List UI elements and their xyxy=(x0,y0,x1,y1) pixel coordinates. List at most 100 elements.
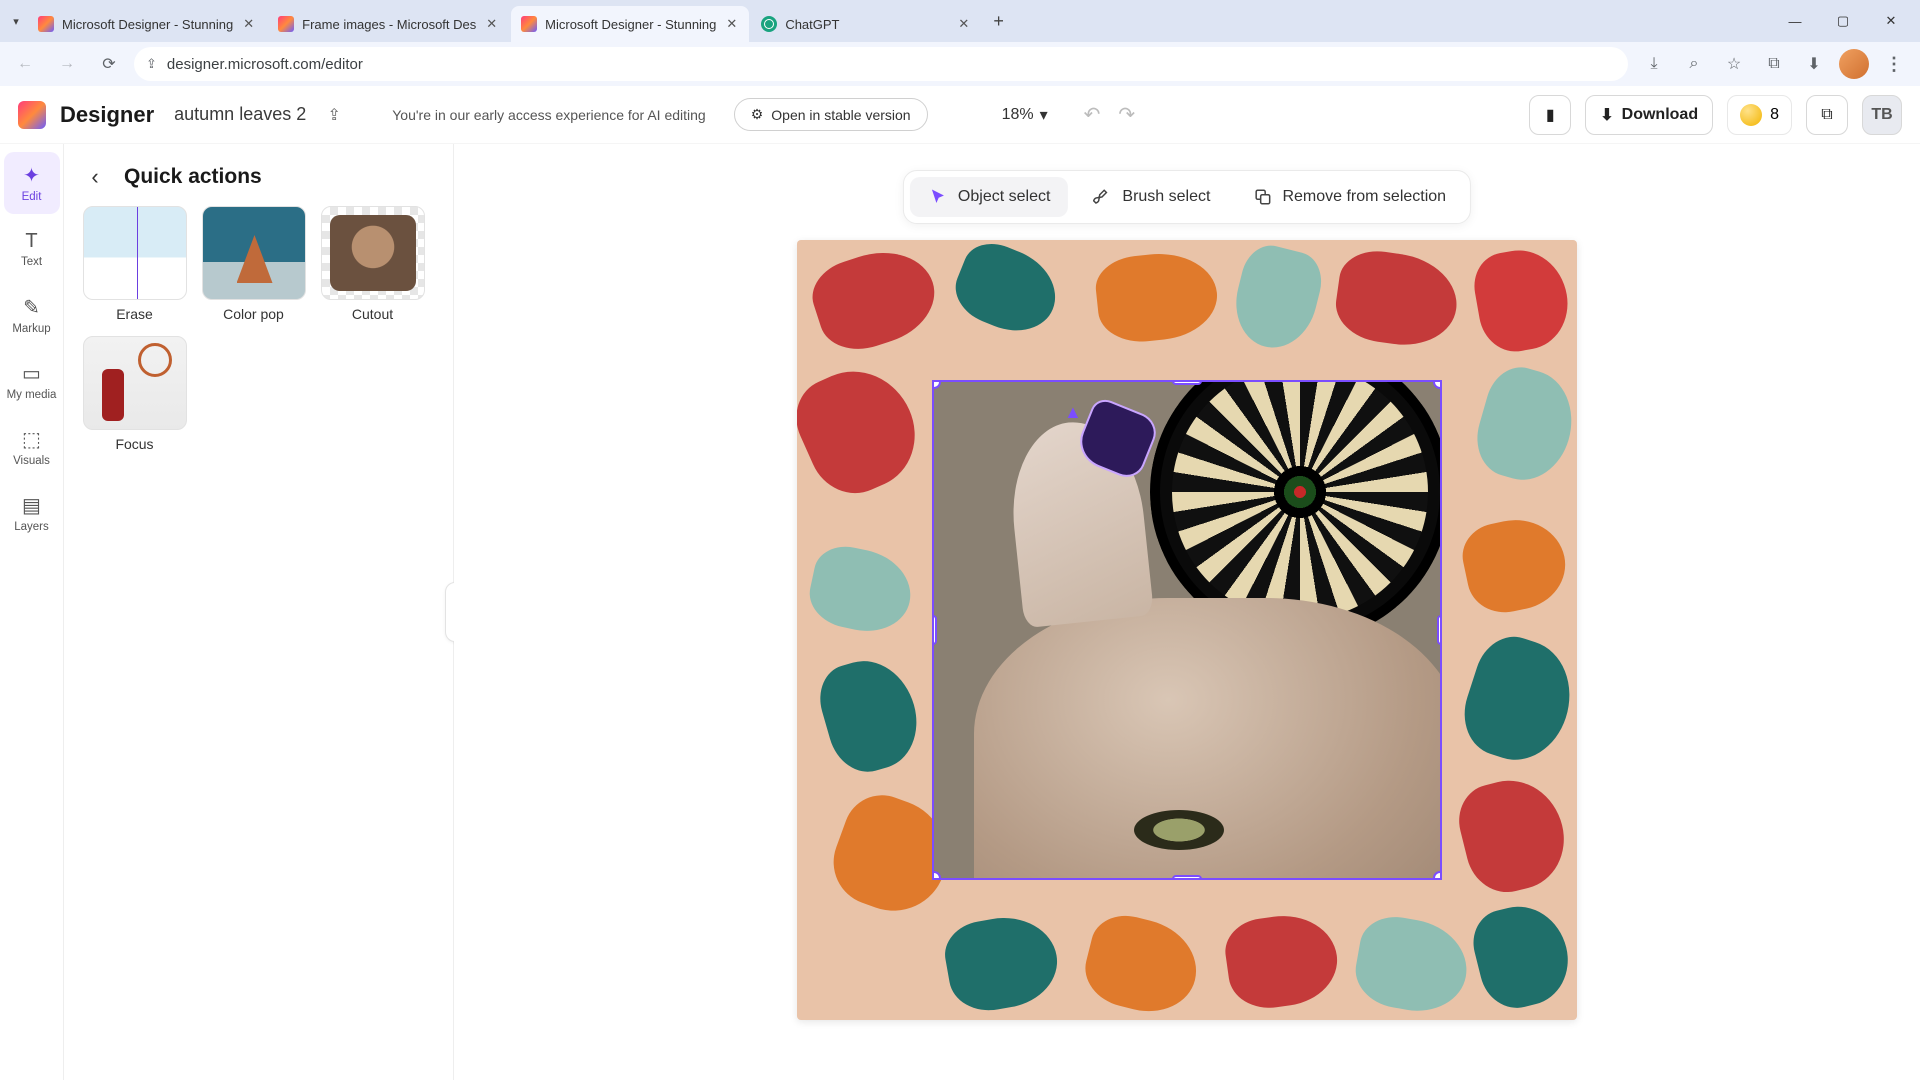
chrome-menu-icon[interactable]: ⋮ xyxy=(1876,46,1912,82)
rail-label: Markup xyxy=(12,323,50,335)
app-name: Designer xyxy=(60,102,154,128)
selected-image-frame[interactable]: ▲ ↻ xyxy=(932,380,1442,880)
qa-label: Cutout xyxy=(352,306,393,322)
quick-actions-grid-row2: Focus xyxy=(74,336,433,452)
device-preview-button[interactable]: ▮ xyxy=(1529,95,1571,135)
resize-handle-right[interactable] xyxy=(1437,615,1442,645)
redo-button[interactable]: ↷ xyxy=(1118,102,1135,127)
tab-close-icon[interactable]: ✕ xyxy=(241,16,256,32)
rail-label: Edit xyxy=(22,191,42,203)
copy-link-button[interactable]: ⧉ xyxy=(1806,95,1848,135)
credits-chip[interactable]: 8 xyxy=(1727,95,1792,135)
designer-logo-icon[interactable] xyxy=(18,101,46,129)
rail-label: Visuals xyxy=(13,455,50,467)
nav-back-button[interactable]: ← xyxy=(8,47,42,81)
resize-handle-bottom[interactable] xyxy=(1172,875,1202,880)
remove-from-selection-button[interactable]: Remove from selection xyxy=(1234,177,1464,217)
zoom-control[interactable]: 18% ▾ xyxy=(1002,105,1048,125)
new-tab-button[interactable]: + xyxy=(983,7,1014,36)
qa-cutout[interactable]: Cutout xyxy=(320,206,425,322)
browser-tab-active[interactable]: Microsoft Designer - Stunning ✕ xyxy=(511,6,749,42)
brush-select-button[interactable]: Brush select xyxy=(1074,177,1228,217)
rail-markup[interactable]: ✎ Markup xyxy=(4,284,60,346)
qa-color-pop[interactable]: Color pop xyxy=(201,206,306,322)
rail-label: My media xyxy=(7,389,57,401)
tool-rail: ✦ Edit T Text ✎ Markup ▭ My media ⬚ Visu… xyxy=(0,144,64,1080)
qa-label: Erase xyxy=(116,306,153,322)
rail-visuals[interactable]: ⬚ Visuals xyxy=(4,416,60,478)
leaf-decoration xyxy=(1093,248,1221,346)
leaf-decoration xyxy=(1451,770,1575,901)
browser-tab[interactable]: Microsoft Designer - Stunning ✕ xyxy=(28,6,266,42)
stable-btn-label: Open in stable version xyxy=(771,107,910,123)
reload-button[interactable]: ⟳ xyxy=(92,47,126,81)
resize-handle-top-left[interactable] xyxy=(932,380,941,389)
site-info-icon[interactable]: ⇪ xyxy=(146,56,157,72)
leaf-decoration xyxy=(1331,246,1462,352)
cloud-sync-icon[interactable]: ⇪ xyxy=(324,105,344,125)
zoom-icon[interactable]: ⌕ xyxy=(1676,46,1712,82)
remove-selection-label: Remove from selection xyxy=(1282,188,1446,206)
close-window-button[interactable]: ✕ xyxy=(1868,3,1914,39)
tab-title: Frame images - Microsoft Des xyxy=(302,17,476,32)
extensions-icon[interactable]: ⧉ xyxy=(1756,46,1792,82)
resize-handle-bottom-left[interactable] xyxy=(932,871,941,880)
install-app-icon[interactable]: ⤓ xyxy=(1636,46,1672,82)
rail-my-media[interactable]: ▭ My media xyxy=(4,350,60,412)
selection-cursor-icon: ▲ xyxy=(1064,402,1082,423)
tab-search-dropdown[interactable]: ▾ xyxy=(6,11,26,31)
tab-strip: ▾ Microsoft Designer - Stunning ✕ Frame … xyxy=(0,0,1920,42)
cat-eye-region xyxy=(1134,810,1224,850)
leaf-decoration xyxy=(1469,243,1575,357)
rail-label: Layers xyxy=(14,521,49,533)
artboard[interactable]: ▲ ↻ xyxy=(797,240,1577,1020)
favicon-designer-icon xyxy=(278,16,294,32)
panel-title: Quick actions xyxy=(124,165,262,189)
tab-title: ChatGPT xyxy=(785,17,948,32)
maximize-button[interactable]: ▢ xyxy=(1820,3,1866,39)
document-name[interactable]: autumn leaves 2 xyxy=(174,104,306,125)
panel-back-button[interactable]: ‹ xyxy=(80,164,110,190)
tab-close-icon[interactable]: ✕ xyxy=(484,16,499,32)
resize-handle-top-right[interactable] xyxy=(1433,380,1442,389)
tab-close-icon[interactable]: ✕ xyxy=(956,16,971,32)
resize-handle-bottom-right[interactable] xyxy=(1433,871,1442,880)
quick-actions-grid: Erase Color pop Cutout xyxy=(74,206,433,322)
credits-count: 8 xyxy=(1770,106,1779,124)
qa-focus[interactable]: Focus xyxy=(82,336,187,452)
address-bar[interactable]: ⇪ designer.microsoft.com/editor xyxy=(134,47,1628,81)
qa-label: Focus xyxy=(115,436,153,452)
user-avatar-chip[interactable]: TB xyxy=(1862,95,1902,135)
undo-button[interactable]: ↶ xyxy=(1084,102,1101,127)
download-button[interactable]: ⬇ Download xyxy=(1585,95,1713,135)
resize-handle-top[interactable] xyxy=(1172,380,1202,385)
object-select-button[interactable]: Object select xyxy=(910,177,1068,217)
qa-thumb-focus xyxy=(83,336,187,430)
resize-handle-left[interactable] xyxy=(932,615,937,645)
shapes-icon: ⬚ xyxy=(22,427,41,452)
qa-erase[interactable]: Erase xyxy=(82,206,187,322)
minimize-button[interactable]: — xyxy=(1772,3,1818,39)
canvas-area[interactable]: Object select Brush select Remove from s… xyxy=(454,144,1920,1080)
media-icon: ▭ xyxy=(22,361,41,386)
browser-tab[interactable]: Frame images - Microsoft Des ✕ xyxy=(268,6,509,42)
leaf-decoration xyxy=(804,240,946,360)
nav-forward-button[interactable]: → xyxy=(50,47,84,81)
bookmark-star-icon[interactable]: ☆ xyxy=(1716,46,1752,82)
rail-text[interactable]: T Text xyxy=(4,218,60,280)
browser-chrome: ▾ Microsoft Designer - Stunning ✕ Frame … xyxy=(0,0,1920,86)
sparkle-icon: ✦ xyxy=(23,163,40,188)
rail-layers[interactable]: ▤ Layers xyxy=(4,482,60,544)
leaf-decoration xyxy=(1350,911,1474,1019)
profile-avatar[interactable] xyxy=(1836,46,1872,82)
leaf-decoration xyxy=(946,240,1068,344)
ai-banner-text: You're in our early access experience fo… xyxy=(378,99,719,131)
open-stable-version-button[interactable]: ⚙ Open in stable version xyxy=(734,98,928,131)
leaf-decoration xyxy=(1466,897,1577,1016)
undo-redo-group: ↶ ↷ xyxy=(1084,102,1136,127)
leaf-decoration xyxy=(940,909,1064,1017)
tab-close-icon[interactable]: ✕ xyxy=(724,16,739,32)
browser-tab[interactable]: ChatGPT ✕ xyxy=(751,6,981,42)
downloads-icon[interactable]: ⬇ xyxy=(1796,46,1832,82)
rail-edit[interactable]: ✦ Edit xyxy=(4,152,60,214)
